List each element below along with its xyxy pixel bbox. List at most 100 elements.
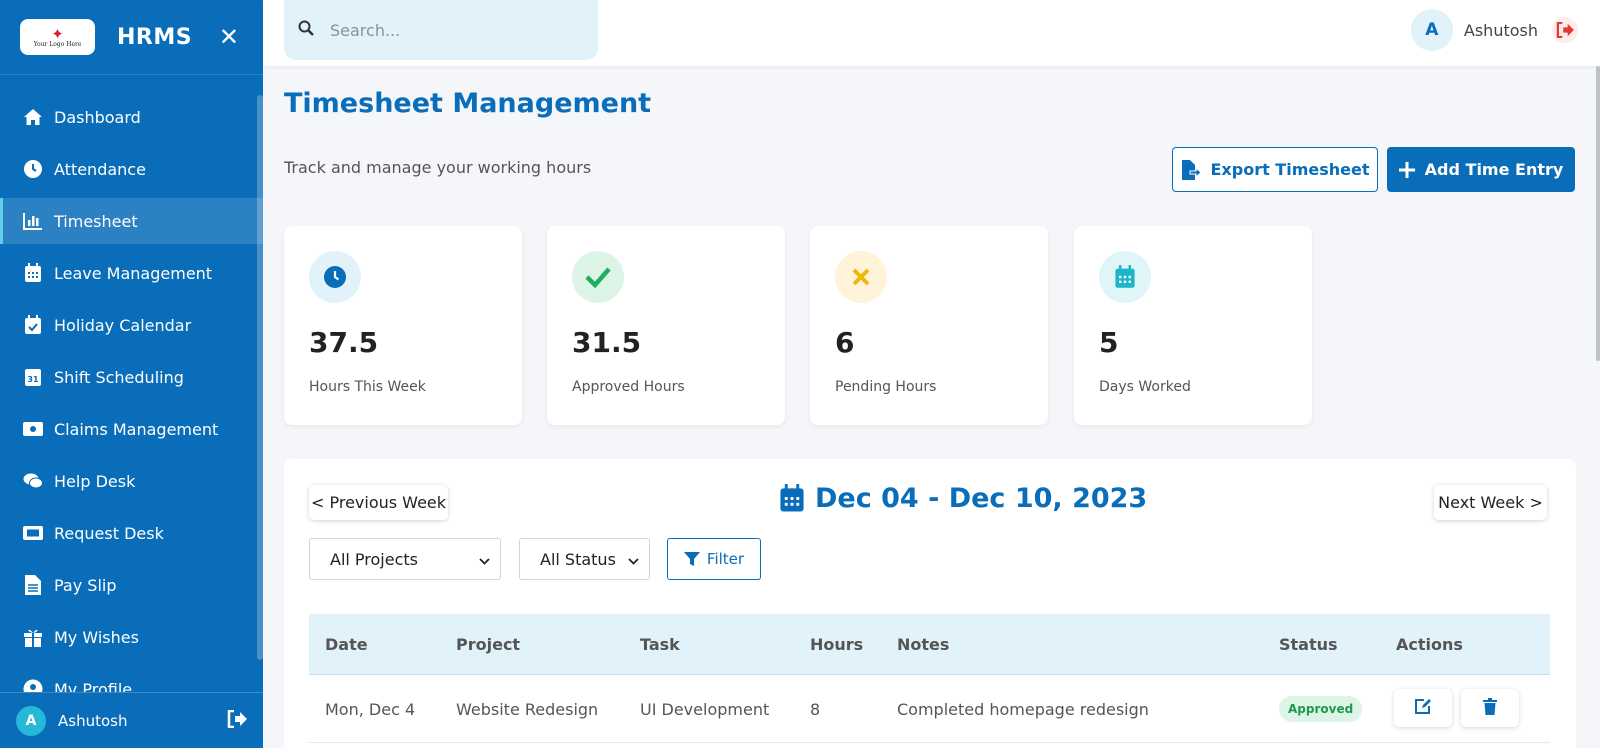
user-menu: A Ashutosh	[1410, 9, 1578, 51]
sidebar-item-leave-management[interactable]: Leave Management	[0, 250, 263, 296]
svg-text:31: 31	[27, 375, 39, 384]
stat-card-approved-hours: 31.5 Approved Hours	[547, 226, 785, 425]
sidebar-footer: A Ashutosh	[0, 692, 263, 748]
calendar-icon	[780, 484, 804, 512]
logout-icon[interactable]	[227, 709, 247, 732]
search-input[interactable]	[330, 20, 570, 40]
edit-icon	[1414, 698, 1432, 718]
table-row[interactable]: Mon, Dec 4 Website Redesign UI Developme…	[309, 675, 1550, 743]
avatar[interactable]: A	[16, 705, 46, 736]
cell-task: UI Development	[640, 699, 770, 719]
sidebar-item-label: Shift Scheduling	[54, 367, 184, 387]
status-select[interactable]: All Status	[519, 538, 650, 580]
sidebar-user-name: Ashutosh	[58, 711, 128, 730]
stat-label: Hours This Week	[309, 379, 426, 395]
search-box	[284, 0, 598, 60]
column-header-task[interactable]: Task	[640, 614, 680, 675]
status-badge: Approved	[1279, 696, 1363, 722]
logout-icon[interactable]	[1552, 17, 1578, 43]
delete-button[interactable]	[1461, 689, 1519, 727]
avatar[interactable]: A	[1410, 9, 1453, 51]
sidebar-item-label: Claims Management	[54, 419, 219, 439]
calendar-day-icon: 31	[23, 367, 43, 387]
sidebar-item-label: Dashboard	[54, 107, 141, 127]
sidebar-item-attendance[interactable]: Attendance	[0, 146, 263, 192]
sidebar-item-help-desk[interactable]: Help Desk	[0, 458, 263, 504]
calendar-check-icon	[23, 315, 43, 335]
chevron-down-icon	[628, 550, 639, 569]
edit-button[interactable]	[1394, 689, 1452, 727]
user-name[interactable]: Ashutosh	[1464, 21, 1538, 40]
close-sidebar-icon[interactable]: ✕	[219, 23, 243, 51]
sidebar-header: ✦ Your Logo Here HRMS ✕	[0, 0, 263, 75]
calendar-icon	[1099, 251, 1151, 303]
cell-project: Website Redesign	[456, 699, 599, 719]
previous-week-button[interactable]: < Previous Week	[309, 485, 448, 520]
stat-label: Pending Hours	[835, 379, 937, 395]
topbar: A Ashutosh	[263, 0, 1600, 66]
trash-icon	[1483, 697, 1497, 719]
project-select-value: All Projects	[330, 549, 418, 569]
logo-star-icon: ✦	[51, 24, 64, 43]
brand-title: HRMS	[117, 24, 193, 50]
column-header-project[interactable]: Project	[456, 614, 520, 675]
filter-label: Filter	[706, 550, 745, 568]
sidebar-item-shift-scheduling[interactable]: 31 Shift Scheduling	[0, 354, 263, 400]
sidebar: ✦ Your Logo Here HRMS ✕ Dashboard Attend…	[0, 0, 263, 748]
clock-icon	[309, 251, 361, 303]
column-header-notes[interactable]: Notes	[897, 614, 949, 675]
export-timesheet-button[interactable]: Export Timesheet	[1172, 147, 1378, 192]
project-select[interactable]: All Projects	[309, 538, 501, 580]
sidebar-item-dashboard[interactable]: Dashboard	[0, 94, 263, 140]
check-icon	[572, 251, 624, 303]
add-time-entry-button[interactable]: Add Time Entry	[1387, 147, 1575, 192]
stat-value: 31.5	[572, 326, 642, 359]
stat-card-pending-hours: 6 Pending Hours	[810, 226, 1048, 425]
column-header-status[interactable]: Status	[1279, 614, 1338, 675]
search-icon	[298, 20, 314, 40]
clock-icon	[23, 159, 43, 179]
sidebar-item-label: Holiday Calendar	[54, 315, 192, 335]
user-icon	[23, 679, 43, 692]
gift-icon	[23, 627, 43, 647]
sidebar-item-request-desk[interactable]: Request Desk	[0, 510, 263, 556]
column-header-actions: Actions	[1396, 635, 1463, 654]
sidebar-item-label: Attendance	[54, 159, 146, 179]
stat-label: Approved Hours	[572, 379, 685, 395]
calendar-grid-icon	[23, 263, 43, 283]
stat-card-days-worked: 5 Days Worked	[1074, 226, 1312, 425]
chevron-down-icon	[479, 550, 490, 569]
bar-chart-icon	[23, 211, 43, 231]
logo-text: Your Logo Here	[33, 40, 82, 48]
sidebar-item-pay-slip[interactable]: Pay Slip	[0, 562, 263, 608]
cell-hours: 8	[810, 699, 821, 719]
column-header-hours[interactable]: Hours	[810, 614, 863, 675]
page-subtitle: Track and manage your working hours	[284, 158, 592, 177]
home-icon	[23, 107, 43, 127]
add-label: Add Time Entry	[1424, 160, 1564, 179]
money-bill-icon	[23, 419, 43, 439]
sidebar-item-my-profile[interactable]: My Profile	[0, 666, 263, 692]
sidebar-item-label: Timesheet	[54, 211, 138, 231]
status-select-value: All Status	[540, 549, 616, 569]
cell-status: Approved	[1279, 675, 1363, 743]
next-week-button[interactable]: Next Week >	[1434, 485, 1547, 520]
sidebar-item-label: My Wishes	[54, 627, 139, 647]
sidebar-item-label: Help Desk	[54, 471, 136, 491]
document-icon	[23, 575, 43, 595]
sidebar-item-timesheet[interactable]: Timesheet	[0, 198, 263, 244]
column-header-date[interactable]: Date	[325, 614, 368, 675]
funnel-icon	[683, 552, 700, 566]
sidebar-item-label: Pay Slip	[54, 575, 117, 595]
week-range-label: Dec 04 - Dec 10, 2023	[815, 483, 1148, 514]
stat-label: Days Worked	[1099, 379, 1191, 395]
stat-value: 6	[835, 326, 855, 359]
timesheet-panel: < Previous Week Dec 04 - Dec 10, 2023 Ne…	[284, 459, 1576, 748]
filter-button[interactable]: Filter	[667, 538, 761, 580]
sidebar-item-claims-management[interactable]: Claims Management	[0, 406, 263, 452]
sidebar-item-holiday-calendar[interactable]: Holiday Calendar	[0, 302, 263, 348]
plus-icon	[1398, 161, 1415, 178]
x-icon	[835, 251, 887, 303]
sidebar-item-my-wishes[interactable]: My Wishes	[0, 614, 263, 660]
stat-value: 37.5	[309, 326, 379, 359]
